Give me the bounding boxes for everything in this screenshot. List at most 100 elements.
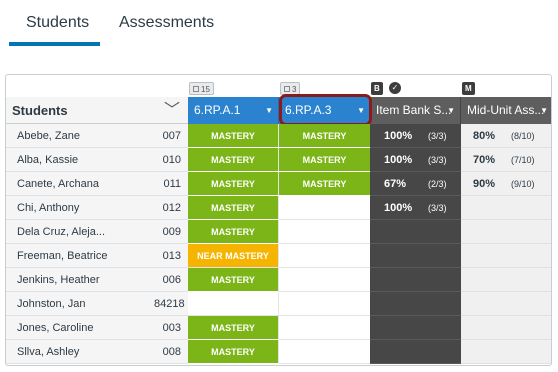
outcome-square-icon xyxy=(284,86,290,92)
assessment-score-cell[interactable]: 80% (8/10) xyxy=(461,124,551,148)
assessment-score-cell[interactable] xyxy=(461,292,551,316)
score-percent: 100% xyxy=(384,130,413,142)
student-name[interactable]: Chi, Anthony xyxy=(6,196,154,220)
score-percent: 80% xyxy=(473,130,496,142)
outcome-score-cell[interactable]: MASTERY xyxy=(279,148,370,172)
student-name[interactable]: Alba, Kassie xyxy=(6,148,154,172)
outcome-score-cell[interactable]: MASTERY xyxy=(188,148,279,172)
outcome-score-cell[interactable] xyxy=(279,340,370,364)
assessment-score-cell[interactable] xyxy=(461,244,551,268)
score-fraction: (9/10) xyxy=(511,179,535,189)
assessment-score-cell[interactable]: 100% (3/3) xyxy=(370,196,461,220)
assessment-score-cell[interactable] xyxy=(461,268,551,292)
table-row: Abebe, Zane 007 MASTERY MASTERY 100% (3/3) 80%… xyxy=(6,124,551,148)
outcome-score-cell[interactable]: MASTERY xyxy=(188,172,279,196)
outcome-score-cell[interactable] xyxy=(279,196,370,220)
score-fraction: (7/10) xyxy=(511,155,535,165)
assessment-score-cell[interactable] xyxy=(370,316,461,340)
score-percent: 67% xyxy=(384,178,407,190)
outcome-score-cell[interactable] xyxy=(279,292,370,316)
assessment-score-cell[interactable] xyxy=(461,196,551,220)
student-name[interactable]: Abebe, Zane xyxy=(6,124,154,148)
student-name[interactable]: Johnston, Jan xyxy=(6,292,154,316)
outcome-score-cell[interactable]: MASTERY xyxy=(279,172,370,196)
outcome-score-cell[interactable] xyxy=(279,316,370,340)
student-name[interactable]: Jenkins, Heather xyxy=(6,268,154,292)
assessment-score-cell[interactable]: 70% (7/10) xyxy=(461,148,551,172)
score-fraction: (8/10) xyxy=(511,131,535,141)
student-id: 007 xyxy=(154,124,188,148)
student-id: 84218 xyxy=(154,292,188,316)
tab-bar: Students Assessments xyxy=(0,0,558,48)
score-percent: 100% xyxy=(384,202,413,214)
student-id: 011 xyxy=(154,172,188,196)
assessment-score-cell[interactable] xyxy=(370,244,461,268)
assessment-score-cell[interactable]: 67% (2/3) xyxy=(370,172,461,196)
assessment-score-cell[interactable] xyxy=(461,220,551,244)
outcome-score-cell[interactable]: MASTERY xyxy=(188,340,279,364)
outcome-score-cell[interactable]: MASTERY xyxy=(188,220,279,244)
outcome-score-cell[interactable] xyxy=(279,268,370,292)
outcome-score-cell[interactable] xyxy=(188,292,279,316)
outcome-score-cell[interactable]: MASTERY xyxy=(279,124,370,148)
score-percent: 70% xyxy=(473,154,496,166)
assessment-score-cell[interactable] xyxy=(370,340,461,364)
assessment-type-badge-b: B xyxy=(371,82,383,95)
outcome-score-cell[interactable]: MASTERY xyxy=(188,268,279,292)
assessment-score-cell[interactable] xyxy=(370,292,461,316)
column-header-mid-unit[interactable]: Mid-Unit Ass... ▼ xyxy=(461,97,551,124)
outcome-score-cell[interactable] xyxy=(279,244,370,268)
students-column-header[interactable]: Students ﹀ xyxy=(6,97,188,124)
caret-down-icon[interactable]: ▼ xyxy=(447,97,455,124)
column-header-item-bank[interactable]: Item Bank S... ▼ xyxy=(370,97,461,124)
assessment-score-cell[interactable]: 100% (3/3) xyxy=(370,124,461,148)
column-header-6rpa1[interactable]: 6.RP.A.1 ▼ xyxy=(188,97,279,124)
outcome-score-cell[interactable]: MASTERY xyxy=(188,316,279,340)
assessment-score-cell[interactable]: 100% (3/3) xyxy=(370,148,461,172)
table-row: Dela Cruz, Aleja... 009 MASTERY xyxy=(6,220,551,244)
student-id: 012 xyxy=(154,196,188,220)
chevron-down-icon[interactable]: ﹀ xyxy=(164,97,180,123)
table-row: Alba, Kassie 010 MASTERY MASTERY 100% (3/3) 70… xyxy=(6,148,551,172)
student-name[interactable]: Dela Cruz, Aleja... xyxy=(6,220,154,244)
outcome-score-cell[interactable]: MASTERY xyxy=(188,196,279,220)
score-fraction: (3/3) xyxy=(428,203,447,213)
table-row: Chi, Anthony 012 MASTERY 100% (3/3) xyxy=(6,196,551,220)
table-row: Jones, Caroline 003 MASTERY xyxy=(6,316,551,340)
assessment-type-badge-m: M xyxy=(462,82,475,95)
table-row: Canete, Archana 011 MASTERY MASTERY 67% (2/3)… xyxy=(6,172,551,196)
outcome-square-icon xyxy=(193,86,199,92)
assessment-score-cell[interactable] xyxy=(461,316,551,340)
score-fraction: (2/3) xyxy=(428,179,447,189)
student-name[interactable]: Jones, Caroline xyxy=(6,316,154,340)
column-highlight-outline xyxy=(279,94,372,126)
check-circle-icon: ✓ xyxy=(389,82,401,94)
table-row: Johnston, Jan 84218 xyxy=(6,292,551,316)
assessment-score-cell[interactable] xyxy=(370,220,461,244)
assessment-score-cell[interactable] xyxy=(461,340,551,364)
student-id: 008 xyxy=(154,340,188,364)
student-id: 003 xyxy=(154,316,188,340)
column-marker-row: 15 3 B ✓ M xyxy=(6,75,551,97)
active-tab-indicator xyxy=(9,42,100,46)
assessment-score-cell[interactable]: 90% (9/10) xyxy=(461,172,551,196)
outcome-count-badge-1: 15 xyxy=(189,82,214,95)
score-percent: 90% xyxy=(473,178,496,190)
tab-assessments[interactable]: Assessments xyxy=(119,14,214,32)
score-fraction: (3/3) xyxy=(428,155,447,165)
student-name[interactable]: Freeman, Beatrice xyxy=(6,244,154,268)
tab-students[interactable]: Students xyxy=(26,14,89,32)
gradebook-grid: 15 3 B ✓ M Students ﹀ 6.RP.A.1 ▼ 6.RP.A.… xyxy=(5,74,552,366)
outcome-score-cell[interactable]: NEAR MASTERY xyxy=(188,244,279,268)
assessment-score-cell[interactable] xyxy=(370,268,461,292)
score-fraction: (3/3) xyxy=(428,131,447,141)
student-id: 006 xyxy=(154,268,188,292)
caret-down-icon[interactable]: ▼ xyxy=(265,97,273,124)
outcome-score-cell[interactable]: MASTERY xyxy=(188,124,279,148)
table-row: Sllva, Ashley 008 MASTERY xyxy=(6,340,551,364)
caret-down-icon[interactable]: ▼ xyxy=(540,97,548,124)
student-name[interactable]: Canete, Archana xyxy=(6,172,154,196)
table-row: Freeman, Beatrice 013 NEAR MASTERY xyxy=(6,244,551,268)
outcome-score-cell[interactable] xyxy=(279,220,370,244)
student-name[interactable]: Sllva, Ashley xyxy=(6,340,154,364)
